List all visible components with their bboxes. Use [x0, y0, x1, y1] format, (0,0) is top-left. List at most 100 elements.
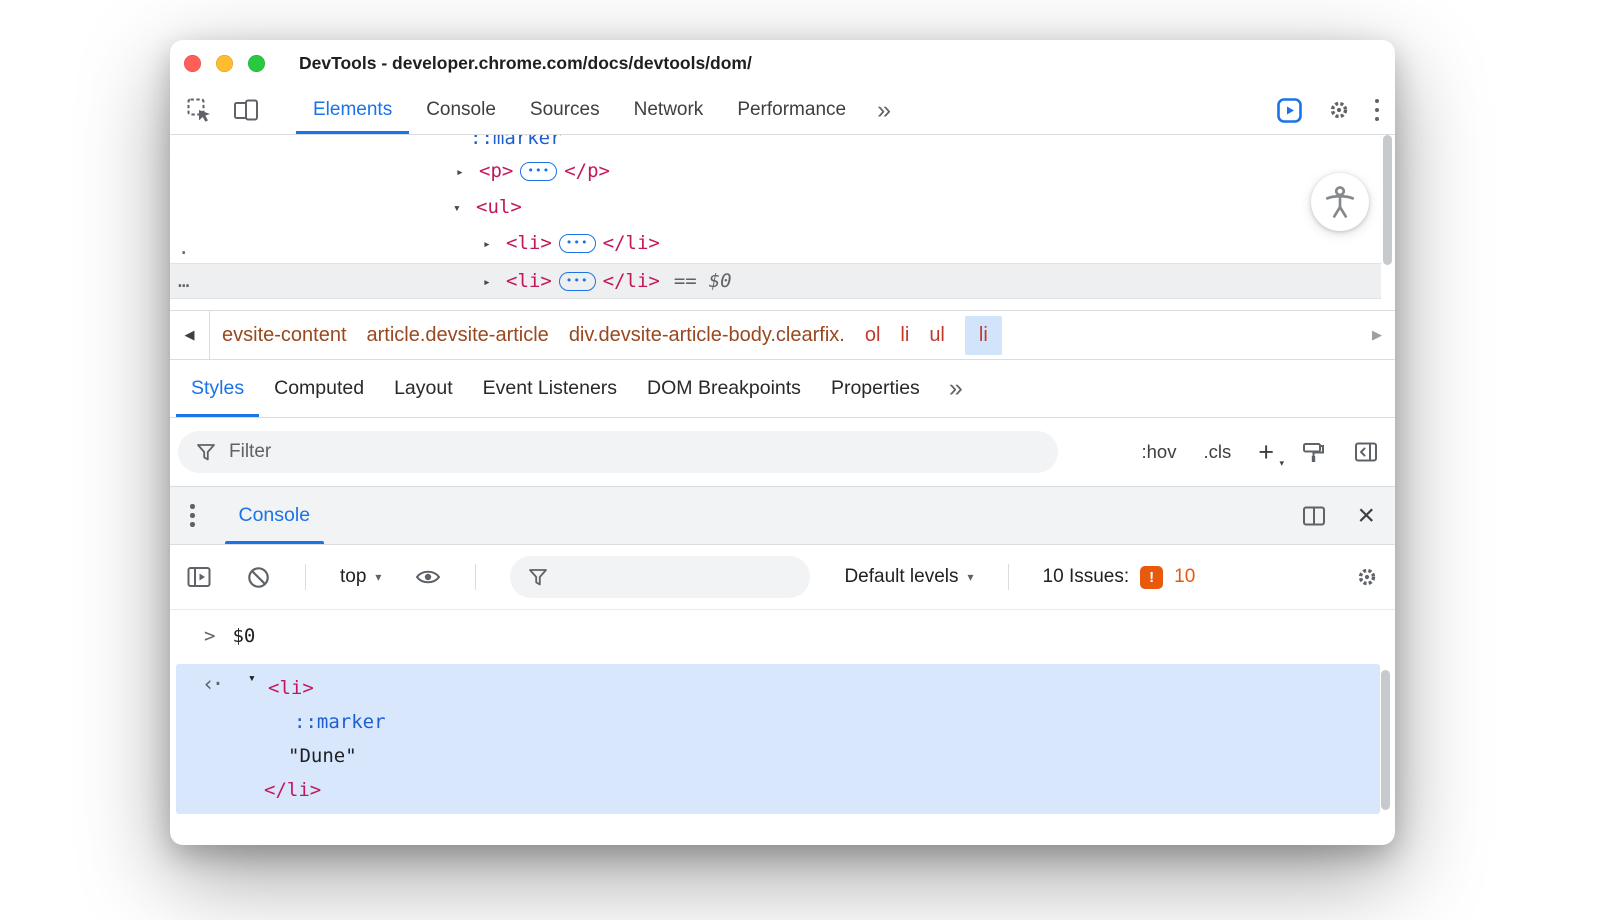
scrollbar-thumb[interactable] — [1381, 670, 1390, 810]
dom-tree-row[interactable]: ▾<ul> — [453, 189, 522, 225]
tab-console[interactable]: Console — [409, 86, 513, 134]
close-drawer-icon[interactable]: × — [1357, 501, 1375, 531]
breadcrumb-list: evsite-content article.devsite-article d… — [210, 316, 1002, 355]
menu-kebab-icon[interactable] — [1375, 97, 1380, 124]
tab-properties[interactable]: Properties — [816, 360, 935, 417]
dom-tree-row[interactable]: ▸<li>•••</li> — [483, 225, 660, 261]
dom-tree-row-selected[interactable]: ▸<li>•••</li>==$0 — [483, 263, 732, 299]
titlebar: DevTools - developer.chrome.com/docs/dev… — [170, 40, 1395, 86]
styles-toolbar-buttons: :hov .cls +▾ — [1142, 439, 1380, 466]
close-window-button[interactable] — [184, 55, 201, 72]
tag-close: </p> — [564, 160, 610, 182]
result-tag-close: </li> — [264, 779, 321, 801]
breadcrumb-item[interactable]: ol — [865, 324, 881, 347]
console-result-block: ‹· ▾ <li> ::marker "Dune" </li> — [176, 664, 1380, 814]
prompt-chevron-icon: > — [204, 625, 215, 647]
expand-arrow-icon[interactable]: ▸ — [456, 155, 479, 191]
ellipsis-button[interactable]: ••• — [559, 234, 596, 253]
expand-arrow-icon[interactable]: ▸ — [483, 227, 506, 263]
gutter-ellipsis: … — [178, 263, 189, 299]
breadcrumb-item[interactable]: ul — [929, 324, 945, 347]
return-value-arrow-icon: ‹· — [202, 672, 221, 696]
styles-filter-input[interactable] — [229, 441, 1040, 463]
new-style-rule-button[interactable]: +▾ — [1258, 439, 1274, 466]
styles-filter-field[interactable] — [178, 431, 1058, 473]
result-pseudo-marker: ::marker — [176, 705, 1380, 739]
breadcrumb-item[interactable]: evsite-content — [222, 324, 347, 347]
console-filter-field[interactable] — [510, 556, 810, 598]
breadcrumb-item[interactable]: li — [900, 324, 909, 347]
element-classes-button[interactable]: .cls — [1203, 441, 1231, 463]
settings-gear-icon[interactable] — [1327, 98, 1351, 122]
devtools-window: DevTools - developer.chrome.com/docs/dev… — [170, 40, 1395, 845]
dropdown-caret-icon: ▾ — [1279, 459, 1284, 468]
divider — [475, 564, 476, 590]
live-expression-eye-icon[interactable] — [415, 567, 441, 587]
sidebar-toggle-icon[interactable] — [1353, 440, 1379, 464]
filter-funnel-icon — [196, 443, 216, 462]
drawer-menu-kebab-icon[interactable] — [190, 502, 195, 529]
tab-performance[interactable]: Performance — [720, 86, 863, 134]
drawer-tab-console[interactable]: Console — [225, 487, 325, 544]
console-sidebar-icon[interactable] — [186, 565, 212, 589]
tab-layout[interactable]: Layout — [379, 360, 468, 417]
issues-count: 10 — [1174, 566, 1195, 588]
dom-tree-row[interactable]: ▸<p>•••</p> — [456, 153, 610, 189]
more-tabs-icon[interactable]: » — [949, 374, 963, 403]
console-output: > $0 ‹· ▾ <li> ::marker "Dune" </li> — [170, 610, 1395, 845]
minimize-window-button[interactable] — [216, 55, 233, 72]
tab-event-listeners[interactable]: Event Listeners — [468, 360, 632, 417]
split-panel-icon[interactable] — [1301, 504, 1327, 528]
device-toolbar-icon[interactable] — [232, 98, 260, 122]
console-drawer-header: Console × — [170, 487, 1395, 545]
tab-computed[interactable]: Computed — [259, 360, 379, 417]
scrollbar-thumb[interactable] — [1383, 135, 1392, 265]
toggle-element-state-button[interactable]: :hov — [1142, 441, 1177, 463]
styles-pane-tabs: Styles Computed Layout Event Listeners D… — [170, 360, 1395, 418]
expand-arrow-icon[interactable]: ▸ — [483, 265, 506, 301]
tab-styles[interactable]: Styles — [176, 360, 259, 417]
console-settings-gear-icon[interactable] — [1355, 565, 1379, 589]
zoom-window-button[interactable] — [248, 55, 265, 72]
tab-network[interactable]: Network — [617, 86, 721, 134]
issues-icon: ! — [1140, 566, 1163, 589]
window-title: DevTools - developer.chrome.com/docs/dev… — [299, 53, 752, 74]
collapse-arrow-icon[interactable]: ▾ — [248, 671, 256, 686]
breadcrumb-prev-icon[interactable]: ◀ — [170, 311, 210, 359]
selected-row-highlight — [170, 263, 1381, 299]
echo-expression: $0 — [232, 625, 255, 647]
paint-roller-icon[interactable] — [1301, 440, 1326, 465]
dropdown-caret-icon: ▾ — [375, 570, 381, 584]
sync-icon[interactable] — [1276, 97, 1303, 124]
ellipsis-button[interactable]: ••• — [520, 162, 557, 181]
clear-console-icon[interactable] — [246, 565, 271, 590]
result-text-value: "Dune" — [176, 739, 1380, 773]
console-toolbar: top ▾ Default levels ▾ 10 Issues: ! 10 — [170, 545, 1395, 610]
console-echo-row: > $0 — [170, 618, 1395, 654]
context-selector[interactable]: top ▾ — [340, 566, 381, 588]
collapse-arrow-icon[interactable]: ▾ — [453, 191, 476, 227]
log-levels-selector[interactable]: Default levels ▾ — [844, 566, 973, 588]
console-filter-input[interactable] — [561, 566, 792, 588]
accessibility-button[interactable] — [1311, 173, 1369, 231]
issues-counter[interactable]: 10 Issues: ! 10 — [1043, 566, 1196, 589]
divider — [305, 564, 306, 590]
dollar-zero-ref: $0 — [709, 270, 732, 292]
ellipsis-button[interactable]: ••• — [559, 272, 596, 291]
filter-funnel-icon — [528, 568, 548, 587]
breadcrumb-item[interactable]: div.devsite-article-body.clearfix. — [569, 324, 845, 347]
tab-elements[interactable]: Elements — [296, 86, 409, 134]
tab-dom-breakpoints[interactable]: DOM Breakpoints — [632, 360, 816, 417]
tag-open: <li> — [506, 270, 552, 292]
breadcrumb-item[interactable]: article.devsite-article — [367, 324, 549, 347]
tag-close: </li> — [603, 270, 660, 292]
devtools-toolbar: Elements Console Sources Network Perform… — [170, 86, 1395, 135]
breadcrumb-item-selected[interactable]: li — [965, 316, 1002, 355]
traffic-lights — [184, 55, 265, 72]
dom-tree-panel: ::marker ▸<p>•••</p> ▾<ul> ▸<li>•••</li>… — [170, 135, 1395, 310]
breadcrumb-next-icon[interactable]: ▶ — [1359, 311, 1395, 359]
breadcrumb: ◀ evsite-content article.devsite-article… — [170, 310, 1395, 360]
more-panels-icon[interactable]: » — [877, 96, 891, 125]
tab-sources[interactable]: Sources — [513, 86, 617, 134]
inspect-element-icon[interactable] — [186, 97, 212, 123]
